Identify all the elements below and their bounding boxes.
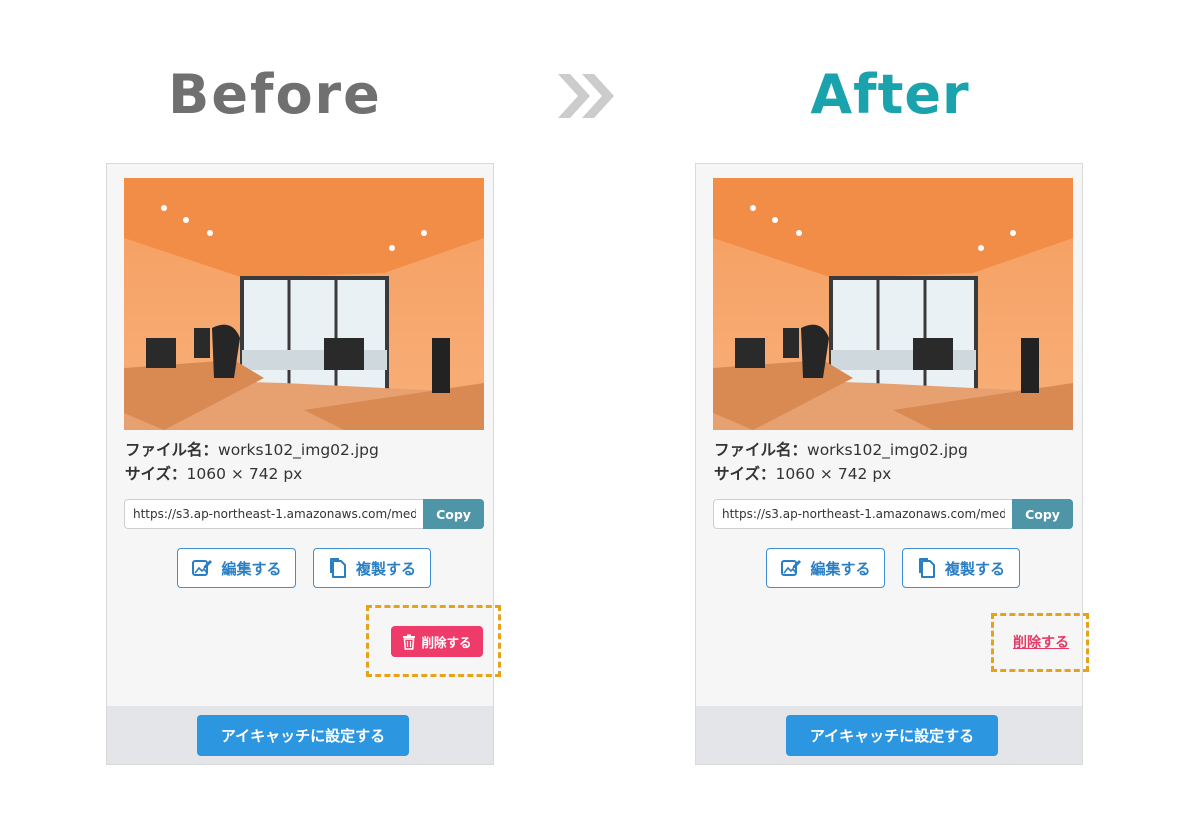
double-chevron-right-icon [558,74,614,118]
edit-button-label: 編集する [221,559,282,578]
url-field[interactable] [124,499,424,529]
before-heading: Before [168,63,382,126]
edit-image-icon [781,560,802,576]
media-card-after: ファイル名：works102_img02.jpg サイズ：1060 × 742 … [695,163,1083,765]
file-name-label: ファイル名： [714,441,808,459]
card-footer: アイキャッチに設定する [107,706,493,764]
edit-button[interactable]: 編集する [177,548,296,588]
edit-image-icon [192,560,213,576]
image-size-value: 1060 × 742 px [186,465,303,483]
file-name-value: works102_img02.jpg [218,441,379,459]
url-copy-row: Copy [713,499,1073,529]
image-size-label: サイズ： [125,465,187,483]
set-eyecatch-button[interactable]: アイキャッチに設定する [197,715,409,756]
delete-button-label: 削除する [421,635,472,650]
copy-pages-icon [329,558,346,578]
copy-button[interactable]: Copy [1012,499,1073,529]
delete-button[interactable]: 削除する [391,626,483,657]
edit-button[interactable]: 編集する [766,548,885,588]
office-photo [713,178,1073,430]
trash-icon [403,634,416,650]
duplicate-button[interactable]: 複製する [313,548,431,588]
url-copy-row: Copy [124,499,484,529]
file-name-row: ファイル名：works102_img02.jpg [125,438,379,460]
file-name-value: works102_img02.jpg [807,441,968,459]
image-size-value: 1060 × 742 px [775,465,892,483]
copy-pages-icon [918,558,935,578]
duplicate-button[interactable]: 複製する [902,548,1020,588]
url-field[interactable] [713,499,1013,529]
office-photo [124,178,484,430]
duplicate-button-label: 複製する [944,559,1005,578]
image-size-label: サイズ： [714,465,776,483]
card-footer: アイキャッチに設定する [696,706,1082,764]
delete-link[interactable]: 削除する [1008,632,1074,654]
edit-button-label: 編集する [810,559,871,578]
file-name-row: ファイル名：works102_img02.jpg [714,438,968,460]
set-eyecatch-button[interactable]: アイキャッチに設定する [786,715,998,756]
after-heading: After [810,63,970,126]
duplicate-button-label: 複製する [355,559,416,578]
image-size-row: サイズ：1060 × 742 px [125,462,302,484]
image-size-row: サイズ：1060 × 742 px [714,462,891,484]
copy-button[interactable]: Copy [423,499,484,529]
file-name-label: ファイル名： [125,441,219,459]
